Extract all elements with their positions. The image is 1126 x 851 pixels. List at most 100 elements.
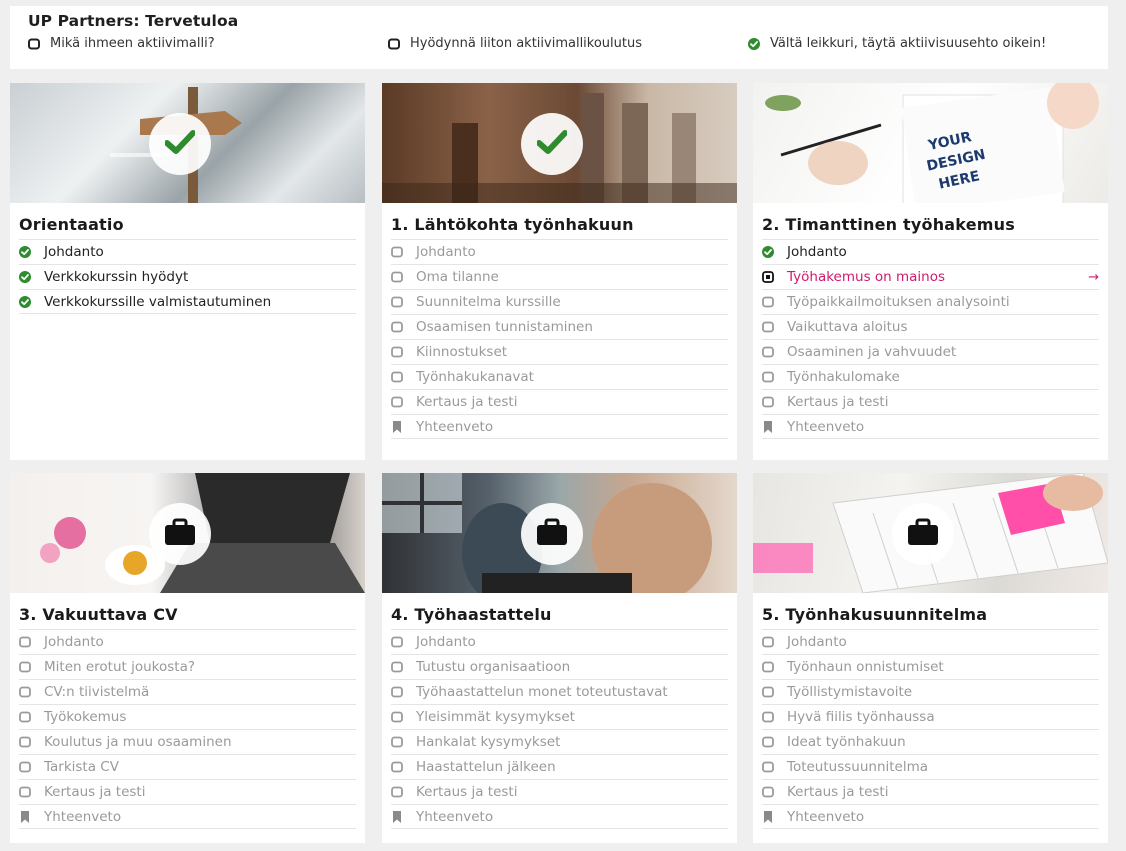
course-card-cv: 3. Vakuuttava CV Johdanto Miten erotut jo… (10, 473, 365, 843)
lesson-label: Työhakemus on mainos (787, 269, 946, 285)
status-done-icon (19, 246, 31, 258)
lesson-item[interactable]: Yhteenveto (762, 804, 1099, 829)
lesson-item[interactable]: Kiinnostukset (391, 339, 728, 364)
lesson-label: Suunnitelma kurssille (416, 294, 561, 310)
header-link-aktiivimalli[interactable]: Mikä ihmeen aktiivimalli? (28, 36, 215, 51)
lesson-label: Koulutus ja muu osaaminen (44, 734, 232, 750)
lock-badge (149, 503, 211, 565)
lesson-item[interactable]: Johdanto (391, 629, 728, 654)
header-link-aktiivisuusehto[interactable]: Vältä leikkuri, täytä aktiivisuusehto oi… (748, 36, 1046, 51)
lesson-item[interactable]: Haastattelun jälkeen (391, 754, 728, 779)
lesson-label: Hankalat kysymykset (416, 734, 561, 750)
lesson-item[interactable]: Osaamisen tunnistaminen (391, 314, 728, 339)
lesson-item[interactable]: Kertaus ja testi (762, 389, 1099, 414)
header-link-label: Vältä leikkuri, täytä aktiivisuusehto oi… (770, 36, 1047, 51)
lesson-item[interactable]: Kertaus ja testi (762, 779, 1099, 804)
lesson-item[interactable]: Johdanto (19, 239, 356, 264)
lesson-label: Johdanto (416, 634, 476, 650)
lesson-item[interactable]: Työnhaun onnistumiset (762, 654, 1099, 679)
status-open-icon (391, 246, 403, 258)
status-open-icon (391, 786, 403, 798)
lesson-label: Kiinnostukset (416, 344, 508, 360)
lesson-label: Työpaikkailmoituksen analysointi (787, 294, 1010, 310)
lesson-label: Kertaus ja testi (787, 784, 889, 800)
lesson-item[interactable]: Ideat työnhakuun (762, 729, 1099, 754)
card-banner-image[interactable] (10, 83, 365, 203)
lesson-list: Johdanto Oma tilanne Suunnitelma kurssille… (391, 239, 728, 439)
bookmark-icon (19, 810, 31, 823)
lesson-item[interactable]: CV:n tiivistelmä (19, 679, 356, 704)
card-banner-image[interactable] (10, 473, 365, 593)
lesson-item[interactable]: Yhteenveto (19, 804, 356, 829)
lesson-item[interactable]: Yleisimmät kysymykset (391, 704, 728, 729)
lesson-item[interactable]: Miten erotut joukosta? (19, 654, 356, 679)
lesson-label: Johdanto (787, 244, 847, 260)
lesson-item[interactable]: Toteutussuunnitelma (762, 754, 1099, 779)
lesson-item[interactable]: Verkkokurssille valmistautuminen (19, 289, 356, 314)
lesson-item[interactable]: Työllistymistavoite (762, 679, 1099, 704)
lesson-item[interactable]: Johdanto (19, 629, 356, 654)
lesson-item[interactable]: Osaaminen ja vahvuudet (762, 339, 1099, 364)
lesson-item[interactable]: Tutustu organisaatioon (391, 654, 728, 679)
header-link-koulutus[interactable]: Hyödynnä liiton aktiivimallikoulutus (388, 36, 642, 51)
lesson-item[interactable]: Työhaastattelun monet toteutustavat (391, 679, 728, 704)
check-badge (521, 113, 583, 175)
card-title[interactable]: 5. Työnhakusuunnitelma (753, 593, 1108, 629)
lock-icon (164, 518, 196, 550)
lesson-item[interactable]: Oma tilanne (391, 264, 728, 289)
lesson-item[interactable]: Koulutus ja muu osaaminen (19, 729, 356, 754)
card-title[interactable]: 4. Työhaastattelu (382, 593, 737, 629)
lesson-label: Kertaus ja testi (416, 394, 518, 410)
card-title[interactable]: 3. Vakuuttava CV (10, 593, 365, 629)
status-open-icon (762, 346, 774, 358)
lesson-item[interactable]: Kertaus ja testi (19, 779, 356, 804)
lesson-item[interactable]: Yhteenveto (391, 804, 728, 829)
status-open-icon (391, 761, 403, 773)
lesson-item[interactable]: Työnhakukanavat (391, 364, 728, 389)
card-title[interactable]: 2. Timanttinen työhakemus (753, 203, 1108, 239)
status-open-icon (762, 636, 774, 648)
card-title[interactable]: 1. Lähtökohta työnhakuun (382, 203, 737, 239)
status-open-icon (391, 271, 403, 283)
status-open-icon (762, 296, 774, 308)
status-open-icon (762, 396, 774, 408)
lesson-item[interactable]: Verkkokurssin hyödyt (19, 264, 356, 289)
status-open-icon (762, 711, 774, 723)
card-banner-image[interactable] (753, 473, 1108, 593)
lesson-item[interactable]: Työpaikkailmoituksen analysointi (762, 289, 1099, 314)
lesson-item[interactable]: Työhakemus on mainos → (762, 264, 1099, 289)
status-open-icon (19, 686, 31, 698)
header-link-label: Mikä ihmeen aktiivimalli? (50, 36, 215, 51)
lesson-label: Yhteenveto (44, 808, 122, 825)
lock-badge (521, 503, 583, 565)
lesson-item[interactable]: Kertaus ja testi (391, 389, 728, 414)
status-open-icon (391, 321, 403, 333)
lock-icon (536, 518, 568, 550)
lesson-item[interactable]: Johdanto (762, 629, 1099, 654)
lesson-item[interactable]: Vaikuttava aloitus (762, 314, 1099, 339)
lesson-item[interactable]: Johdanto (391, 239, 728, 264)
lesson-item[interactable]: Tarkista CV (19, 754, 356, 779)
lesson-item[interactable]: Yhteenveto (762, 414, 1099, 439)
card-banner-image[interactable] (382, 83, 737, 203)
lesson-item[interactable]: Työnhakulomake (762, 364, 1099, 389)
lesson-item[interactable]: Johdanto (762, 239, 1099, 264)
card-banner-image[interactable] (382, 473, 737, 593)
lesson-label: Verkkokurssille valmistautuminen (44, 293, 272, 310)
lesson-list: Johdanto Miten erotut joukosta? CV:n tiivi… (19, 629, 356, 829)
lesson-item[interactable]: Hankalat kysymykset (391, 729, 728, 754)
status-open-icon (19, 761, 31, 773)
bookmark-icon (762, 810, 774, 823)
lesson-item[interactable]: Yhteenveto (391, 414, 728, 439)
lesson-item[interactable]: Suunnitelma kurssille (391, 289, 728, 314)
lesson-item[interactable]: Työkokemus (19, 704, 356, 729)
status-open-icon (388, 38, 400, 50)
lesson-label: Kertaus ja testi (44, 784, 146, 800)
card-banner-image[interactable]: YOUR DESIGN HERE (753, 83, 1108, 203)
bookmark-icon (391, 810, 403, 823)
course-card-tyohakemus: YOUR DESIGN HERE 2. Timanttinen työhakem… (753, 83, 1108, 460)
card-title[interactable]: Orientaatio (10, 203, 365, 239)
lesson-item[interactable]: Kertaus ja testi (391, 779, 728, 804)
status-open-icon (391, 711, 403, 723)
lesson-item[interactable]: Hyvä fiilis työnhaussa (762, 704, 1099, 729)
